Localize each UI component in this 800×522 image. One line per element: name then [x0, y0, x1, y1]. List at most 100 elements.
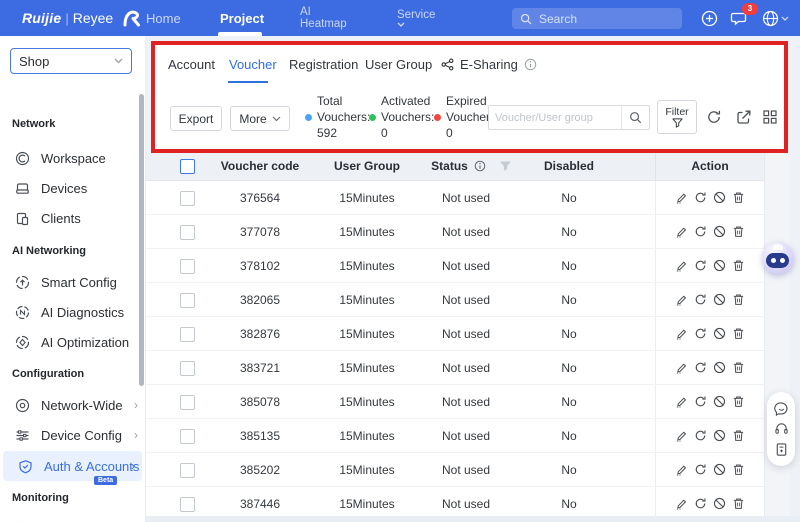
- tab-registration[interactable]: Registration: [289, 57, 358, 72]
- columns-grid-icon[interactable]: [762, 109, 778, 125]
- sidebar-item-auth-accounts[interactable]: Auth & Accounts ›: [3, 451, 142, 481]
- tab-user-group[interactable]: User Group: [365, 57, 432, 72]
- refresh-icon[interactable]: [706, 109, 722, 125]
- renew-icon[interactable]: [694, 497, 707, 510]
- edit-icon[interactable]: [675, 497, 688, 510]
- ban-icon[interactable]: [713, 327, 726, 340]
- network-selector[interactable]: Shop: [10, 48, 132, 74]
- select-all-checkbox[interactable]: [180, 159, 195, 174]
- section-configuration: Configuration: [12, 368, 85, 380]
- row-checkbox[interactable]: [180, 259, 195, 274]
- renew-icon[interactable]: [694, 225, 707, 238]
- sidebar-item-smart-config[interactable]: Smart Config: [0, 267, 145, 297]
- sidebar-item-workspace[interactable]: Workspace: [0, 143, 145, 173]
- row-checkbox[interactable]: [180, 225, 195, 240]
- row-checkbox[interactable]: [180, 361, 195, 376]
- ban-icon[interactable]: [713, 191, 726, 204]
- edit-icon[interactable]: [675, 293, 688, 306]
- edit-icon[interactable]: [675, 361, 688, 374]
- row-checkbox[interactable]: [180, 429, 195, 444]
- row-checkbox[interactable]: [180, 497, 195, 512]
- renew-icon[interactable]: [694, 191, 707, 204]
- delete-icon[interactable]: [732, 361, 745, 374]
- table-row: 377078 15Minutes Not used No: [146, 215, 765, 249]
- more-button[interactable]: More: [230, 106, 290, 131]
- edit-icon[interactable]: [675, 225, 688, 238]
- voucher-search-input[interactable]: [489, 106, 621, 129]
- sidebar-item-network-health[interactable]: Network Health ›: [0, 513, 145, 522]
- renew-icon[interactable]: [694, 429, 707, 442]
- row-actions: [655, 453, 765, 486]
- sidebar-item-devices[interactable]: Devices: [0, 173, 145, 203]
- table-row: 376564 15Minutes Not used No: [146, 181, 765, 215]
- disabled-cell: No: [561, 190, 577, 205]
- ban-icon[interactable]: [713, 361, 726, 374]
- tab-e-sharing[interactable]: E-Sharing: [441, 57, 537, 72]
- headset-support-icon[interactable]: [774, 421, 789, 436]
- ban-icon[interactable]: [713, 259, 726, 272]
- renew-icon[interactable]: [694, 395, 707, 408]
- nav-item-ai-heatmap[interactable]: AI Heatmap: [300, 0, 352, 36]
- delete-icon[interactable]: [732, 395, 745, 408]
- renew-icon[interactable]: [694, 259, 707, 272]
- ban-icon[interactable]: [713, 395, 726, 408]
- renew-icon[interactable]: [694, 361, 707, 374]
- info-icon[interactable]: [474, 160, 486, 172]
- edit-icon[interactable]: [675, 429, 688, 442]
- sidebar-item-device-config[interactable]: Device Config ›: [0, 420, 145, 450]
- ban-icon[interactable]: [713, 497, 726, 510]
- global-search-input[interactable]: [537, 10, 661, 27]
- ban-icon[interactable]: [713, 463, 726, 476]
- voucher-search[interactable]: [488, 105, 650, 130]
- delete-icon[interactable]: [732, 259, 745, 272]
- tab-account[interactable]: Account: [168, 57, 215, 72]
- survey-doc-icon[interactable]: [774, 442, 789, 457]
- sidebar-item-ai-diagnostics[interactable]: AI Diagnostics: [0, 297, 145, 327]
- row-checkbox[interactable]: [180, 327, 195, 342]
- row-checkbox[interactable]: [180, 395, 195, 410]
- edit-icon[interactable]: [675, 395, 688, 408]
- tab-voucher[interactable]: Voucher: [229, 57, 277, 72]
- status-cell: Not used: [441, 292, 491, 307]
- search-icon[interactable]: [621, 106, 649, 129]
- info-icon[interactable]: [524, 58, 537, 71]
- delete-icon[interactable]: [732, 497, 745, 510]
- export-share-icon[interactable]: [736, 109, 752, 125]
- sidebar-item-ai-optimization[interactable]: AI Optimization: [0, 327, 145, 357]
- ban-icon[interactable]: [713, 429, 726, 442]
- delete-icon[interactable]: [732, 463, 745, 476]
- renew-icon[interactable]: [694, 327, 707, 340]
- filter-button[interactable]: Filter: [657, 100, 697, 134]
- ban-icon[interactable]: [713, 293, 726, 306]
- delete-icon[interactable]: [732, 293, 745, 306]
- delete-icon[interactable]: [732, 191, 745, 204]
- row-checkbox[interactable]: [180, 463, 195, 478]
- edit-icon[interactable]: [675, 259, 688, 272]
- row-checkbox[interactable]: [180, 293, 195, 308]
- ban-icon[interactable]: [713, 225, 726, 238]
- edit-icon[interactable]: [675, 463, 688, 476]
- delete-icon[interactable]: [732, 225, 745, 238]
- ai-assistant-mascot[interactable]: [762, 242, 794, 274]
- nav-item-home[interactable]: Home: [146, 0, 181, 36]
- renew-icon[interactable]: [694, 293, 707, 306]
- renew-icon[interactable]: [694, 463, 707, 476]
- smart-config-icon: [15, 275, 30, 290]
- global-search[interactable]: [512, 8, 682, 29]
- edit-icon[interactable]: [675, 327, 688, 340]
- delete-icon[interactable]: [732, 327, 745, 340]
- add-project-icon[interactable]: [701, 10, 718, 27]
- edit-icon[interactable]: [675, 191, 688, 204]
- sidebar-item-clients[interactable]: Clients: [0, 203, 145, 233]
- nav-item-service[interactable]: Service: [397, 0, 445, 36]
- row-checkbox[interactable]: [180, 191, 195, 206]
- language-globe-icon[interactable]: [762, 10, 779, 27]
- language-chevron-icon[interactable]: [781, 16, 789, 21]
- nav-item-project[interactable]: Project: [220, 0, 264, 36]
- section-ai-networking: AI Networking: [12, 245, 86, 257]
- delete-icon[interactable]: [732, 429, 745, 442]
- export-button[interactable]: Export: [170, 106, 222, 131]
- brand-divider: |: [65, 10, 69, 26]
- feedback-chat-icon[interactable]: [773, 401, 789, 416]
- sidebar-item-network-wide[interactable]: Network-Wide ›: [0, 390, 145, 420]
